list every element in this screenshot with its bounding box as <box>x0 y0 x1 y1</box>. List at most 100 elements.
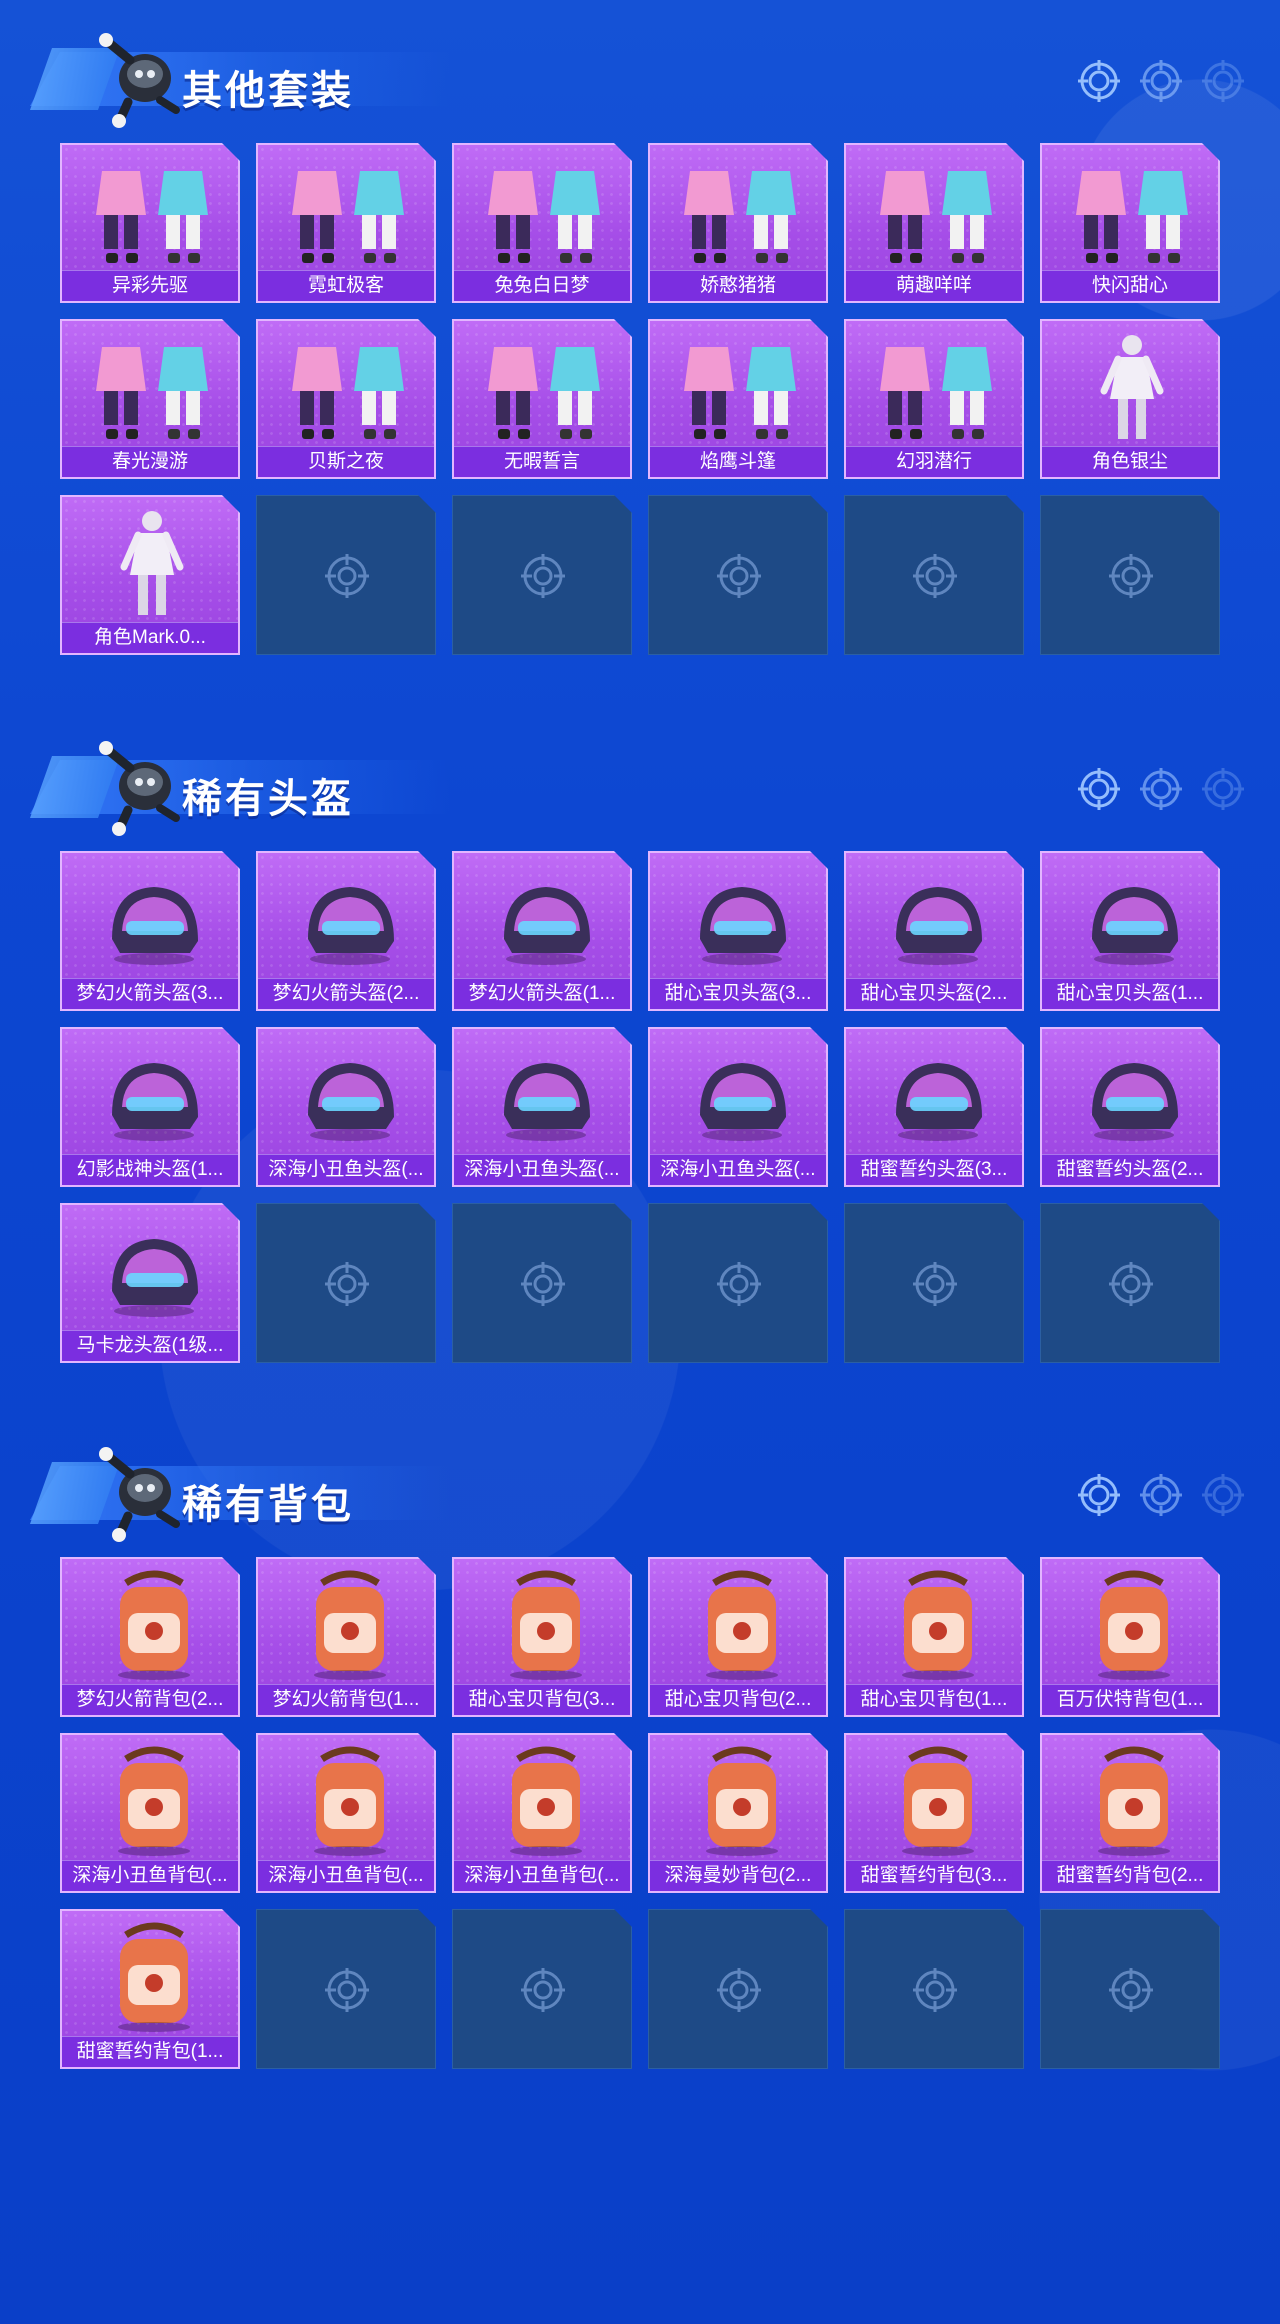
item-card[interactable]: 深海小丑鱼头盔(... <box>648 1027 828 1187</box>
item-card[interactable]: 幻影战神头盔(1... <box>60 1027 240 1187</box>
item-label: 焰鹰斗篷 <box>650 446 826 477</box>
item-label: 萌趣咩咩 <box>846 270 1022 301</box>
item-card[interactable]: 甜蜜誓约头盔(3... <box>844 1027 1024 1187</box>
item-card[interactable]: 深海小丑鱼背包(... <box>60 1733 240 1893</box>
item-card[interactable]: 幻羽潜行 <box>844 319 1024 479</box>
item-label: 快闪甜心 <box>1042 270 1218 301</box>
item-card[interactable]: 甜蜜誓约头盔(2... <box>1040 1027 1220 1187</box>
empty-slot <box>256 1909 436 2069</box>
item-card[interactable]: 春光漫游 <box>60 319 240 479</box>
item-card[interactable]: 深海曼妙背包(2... <box>648 1733 828 1893</box>
item-label: 幻影战神头盔(1... <box>62 1154 238 1185</box>
section-title: 稀有背包 <box>182 1483 354 1527</box>
item-card[interactable]: 甜心宝贝背包(2... <box>648 1557 828 1717</box>
item-card[interactable]: 快闪甜心 <box>1040 143 1220 303</box>
empty-slot <box>844 1909 1024 2069</box>
section-3: 稀有背包 梦幻火箭背包(2... 梦幻火箭背包(1... 甜心宝贝背包(3...… <box>0 1414 1280 2114</box>
item-card[interactable]: 梦幻火箭背包(2... <box>60 1557 240 1717</box>
item-label: 深海小丑鱼头盔(... <box>258 1154 434 1185</box>
outfit-icon <box>846 151 1022 269</box>
crosshair-icon <box>322 1259 372 1309</box>
backpack-icon <box>62 1917 238 2035</box>
item-label: 幻羽潜行 <box>846 446 1022 477</box>
item-label: 甜蜜誓约背包(2... <box>1042 1860 1218 1891</box>
item-card[interactable]: 百万伏特背包(1... <box>1040 1557 1220 1717</box>
item-card[interactable]: 甜心宝贝背包(1... <box>844 1557 1024 1717</box>
outfit-icon <box>1042 151 1218 269</box>
item-card[interactable]: 深海小丑鱼头盔(... <box>256 1027 436 1187</box>
item-card[interactable]: 娇憨猪猪 <box>648 143 828 303</box>
item-label: 深海小丑鱼头盔(... <box>454 1154 630 1185</box>
empty-slot <box>256 1203 436 1363</box>
item-card[interactable]: 霓虹极客 <box>256 143 436 303</box>
backpack-icon <box>1042 1741 1218 1859</box>
crosshair-icon <box>910 1965 960 2015</box>
section-2: 稀有头盔 梦幻火箭头盔(3... 梦幻火箭头盔(2... 梦幻火箭头盔(1...… <box>0 708 1280 1408</box>
item-card[interactable]: 焰鹰斗篷 <box>648 319 828 479</box>
item-label: 百万伏特背包(1... <box>1042 1684 1218 1715</box>
item-card[interactable]: 甜心宝贝背包(3... <box>452 1557 632 1717</box>
item-card[interactable]: 萌趣咩咩 <box>844 143 1024 303</box>
item-card[interactable]: 甜蜜誓约背包(1... <box>60 1909 240 2069</box>
helmet-icon <box>62 859 238 977</box>
item-card[interactable]: 甜蜜誓约背包(3... <box>844 1733 1024 1893</box>
item-label: 甜心宝贝头盔(2... <box>846 978 1022 1009</box>
item-label: 梦幻火箭头盔(2... <box>258 978 434 1009</box>
helmet-icon <box>846 1035 1022 1153</box>
crosshair-decoration <box>1078 60 1244 102</box>
crosshair-icon <box>518 551 568 601</box>
section-header: 稀有头盔 <box>30 708 1280 836</box>
crosshair-icon <box>714 1259 764 1309</box>
empty-slot <box>452 1909 632 2069</box>
outfit-icon <box>846 327 1022 445</box>
crosshair-icon <box>322 551 372 601</box>
item-label: 深海曼妙背包(2... <box>650 1860 826 1891</box>
item-label: 甜心宝贝头盔(1... <box>1042 978 1218 1009</box>
item-card[interactable]: 深海小丑鱼头盔(... <box>452 1027 632 1187</box>
item-card[interactable]: 深海小丑鱼背包(... <box>256 1733 436 1893</box>
item-card[interactable]: 马卡龙头盔(1级... <box>60 1203 240 1363</box>
item-card[interactable]: 梦幻火箭背包(1... <box>256 1557 436 1717</box>
item-card[interactable]: 角色银尘 <box>1040 319 1220 479</box>
item-label: 娇憨猪猪 <box>650 270 826 301</box>
item-label: 马卡龙头盔(1级... <box>62 1330 238 1361</box>
item-card[interactable]: 角色Mark.0... <box>60 495 240 655</box>
empty-slot <box>1040 495 1220 655</box>
item-card[interactable]: 兔兔白日梦 <box>452 143 632 303</box>
item-label: 梦幻火箭背包(1... <box>258 1684 434 1715</box>
empty-slot <box>648 1909 828 2069</box>
backpack-icon <box>846 1565 1022 1683</box>
section-header: 稀有背包 <box>30 1414 1280 1542</box>
item-card[interactable]: 深海小丑鱼背包(... <box>452 1733 632 1893</box>
item-label: 贝斯之夜 <box>258 446 434 477</box>
crosshair-icon <box>1140 768 1182 810</box>
crosshair-icon <box>1106 1259 1156 1309</box>
helmet-icon <box>258 859 434 977</box>
item-card[interactable]: 甜心宝贝头盔(3... <box>648 851 828 1011</box>
outfit-icon <box>650 151 826 269</box>
crosshair-icon <box>1202 768 1244 810</box>
item-label: 霓虹极客 <box>258 270 434 301</box>
item-card[interactable]: 贝斯之夜 <box>256 319 436 479</box>
helmet-icon <box>650 859 826 977</box>
item-label: 深海小丑鱼背包(... <box>258 1860 434 1891</box>
helmet-icon <box>650 1035 826 1153</box>
item-card[interactable]: 异彩先驱 <box>60 143 240 303</box>
item-card[interactable]: 梦幻火箭头盔(3... <box>60 851 240 1011</box>
item-card[interactable]: 梦幻火箭头盔(2... <box>256 851 436 1011</box>
item-card[interactable]: 甜心宝贝头盔(1... <box>1040 851 1220 1011</box>
item-card[interactable]: 无暇誓言 <box>452 319 632 479</box>
item-card[interactable]: 甜心宝贝头盔(2... <box>844 851 1024 1011</box>
item-card[interactable]: 梦幻火箭头盔(1... <box>452 851 632 1011</box>
empty-slot <box>452 1203 632 1363</box>
item-label: 角色Mark.0... <box>62 622 238 653</box>
item-label: 甜心宝贝头盔(3... <box>650 978 826 1009</box>
crosshair-icon <box>1106 551 1156 601</box>
crosshair-icon <box>910 551 960 601</box>
crosshair-icon <box>322 1965 372 2015</box>
item-label: 甜蜜誓约背包(1... <box>62 2036 238 2067</box>
item-card[interactable]: 甜蜜誓约背包(2... <box>1040 1733 1220 1893</box>
backpack-icon <box>454 1741 630 1859</box>
empty-slot <box>256 495 436 655</box>
helmet-icon <box>1042 1035 1218 1153</box>
